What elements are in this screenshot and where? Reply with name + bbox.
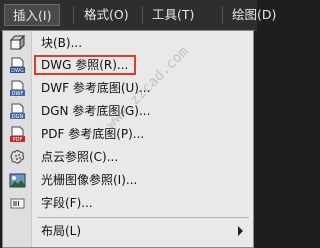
dwf-underlay-icon: DWF xyxy=(10,80,25,97)
dwg-reference-icon: DWG xyxy=(10,57,25,74)
raster-image-icon xyxy=(9,173,26,188)
menu-item-label: 布局(L) xyxy=(41,224,82,238)
dgn-underlay-icon: DGN xyxy=(10,103,25,120)
menu-item-label: 块(B)... xyxy=(41,36,83,50)
pdf-underlay-icon: PDF xyxy=(10,126,25,143)
menu-item-point-cloud[interactable]: 点云参照(C)... xyxy=(3,147,253,168)
svg-text:PDF: PDF xyxy=(13,137,23,143)
menu-item-pdf-underlay[interactable]: PDF PDF 参考底图(P)... xyxy=(3,124,253,145)
menu-bar: 插入(I) 格式(O) 工具(T) 绘图(D) xyxy=(0,0,276,31)
menu-item-label: 光栅图像参照(I)... xyxy=(41,173,138,187)
menu-tools[interactable]: 工具(T) xyxy=(144,4,202,26)
menu-separator xyxy=(73,6,74,24)
menu-item-label: 点云参照(C)... xyxy=(41,150,119,164)
menu-insert[interactable]: 插入(I) xyxy=(4,4,61,26)
menu-item-layout[interactable]: 布局(L) xyxy=(3,221,253,242)
field-icon xyxy=(10,198,25,209)
point-cloud-icon xyxy=(10,149,25,164)
menu-item-raster-image[interactable]: 光栅图像参照(I)... xyxy=(3,170,253,191)
menu-draw[interactable]: 绘图(D) xyxy=(224,4,284,26)
menu-item-label: DWG 参照(R)... xyxy=(41,58,129,72)
menu-item-field[interactable]: 字段(F)... xyxy=(3,193,253,214)
menu-item-dwg-reference[interactable]: DWG DWG 参照(R)... xyxy=(3,55,253,76)
submenu-arrow-icon xyxy=(238,226,243,236)
menu-separator xyxy=(37,217,249,218)
block-icon xyxy=(9,35,26,51)
insert-dropdown-menu: 块(B)... DWG DWG 参照(R)... DWF DWF 参考底图(U)… xyxy=(2,30,254,248)
svg-text:DGN: DGN xyxy=(12,114,24,120)
menu-separator xyxy=(222,6,223,24)
menu-item-label: PDF 参考底图(P)... xyxy=(41,127,145,141)
svg-text:DWF: DWF xyxy=(12,91,24,97)
svg-text:DWG: DWG xyxy=(11,68,24,74)
menu-format[interactable]: 格式(O) xyxy=(76,4,137,26)
menu-item-label: 字段(F)... xyxy=(41,196,93,210)
menu-separator xyxy=(142,6,143,24)
menu-item-block[interactable]: 块(B)... xyxy=(3,33,253,54)
